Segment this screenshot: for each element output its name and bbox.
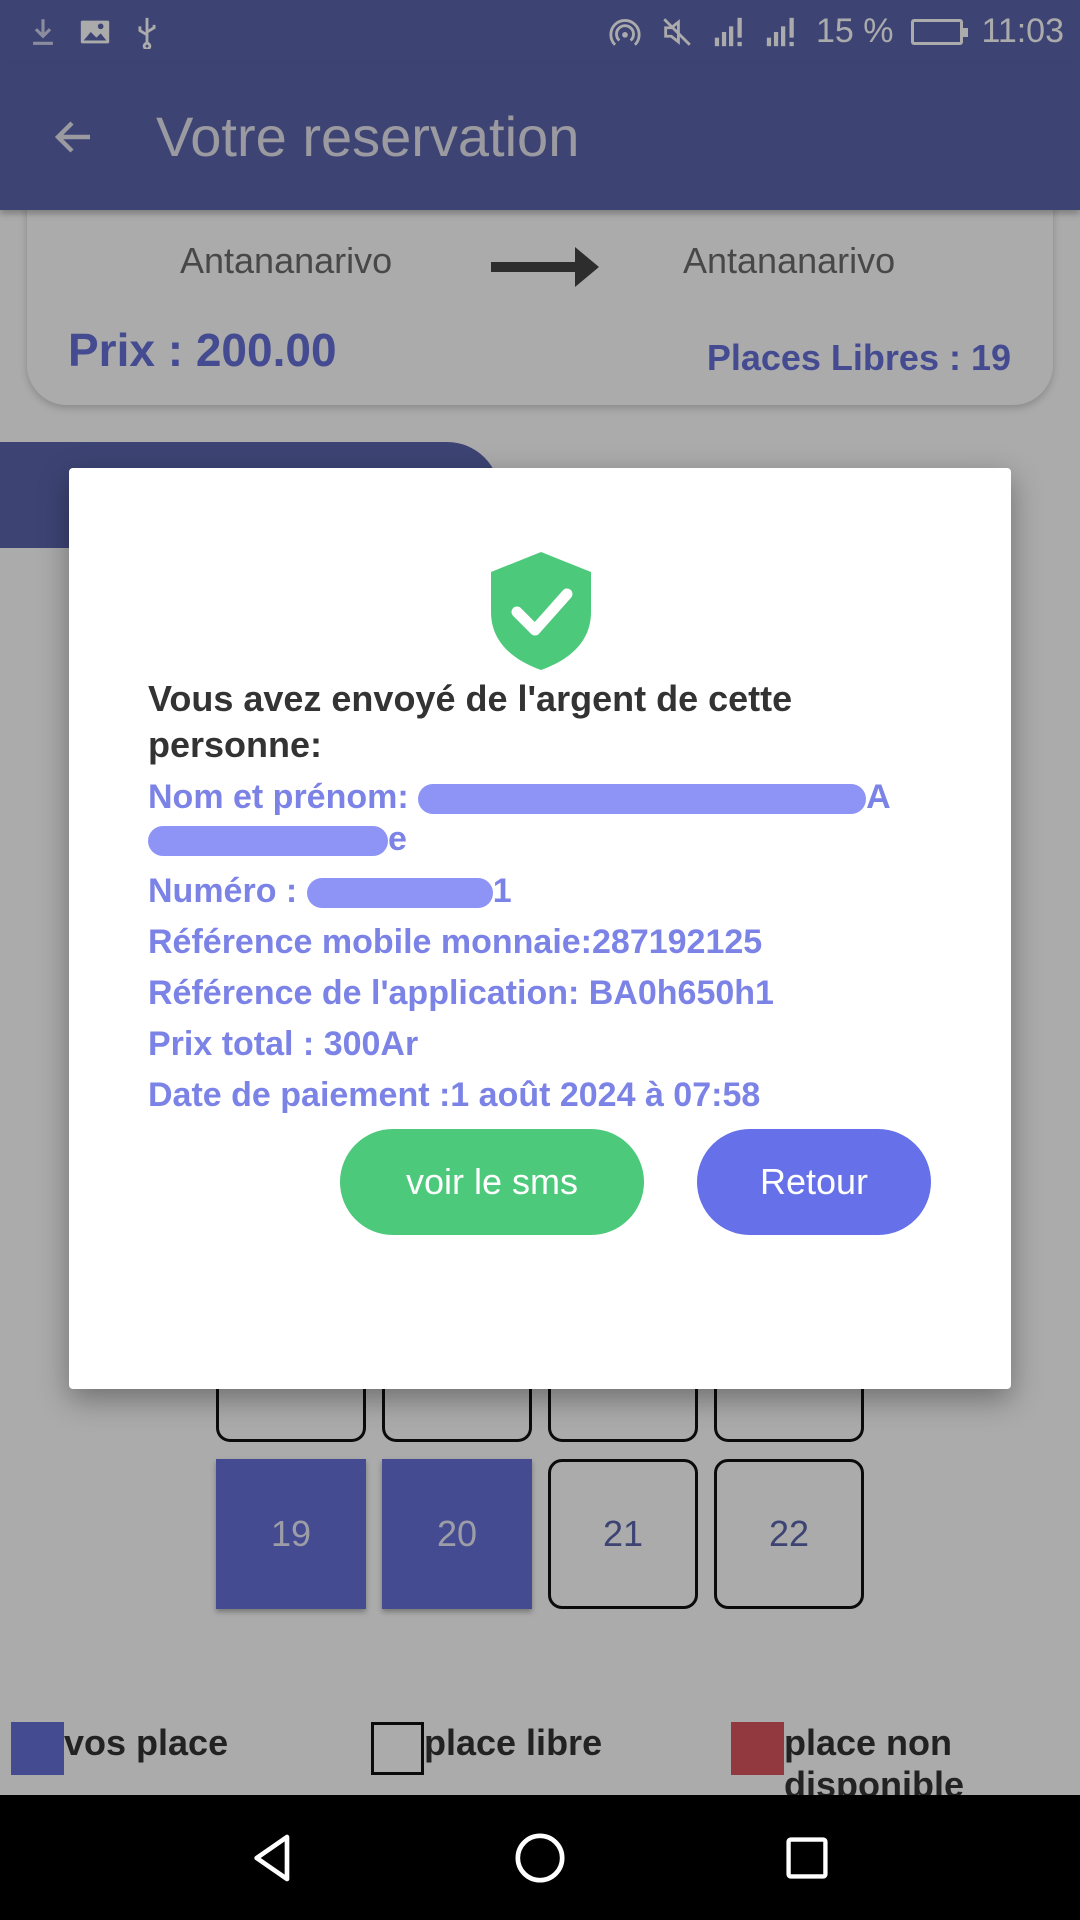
info-ref-mobile-money: Référence mobile monnaie:287192125 bbox=[148, 923, 763, 961]
nav-back-button[interactable] bbox=[233, 1818, 313, 1898]
info-ref-app: Référence de l'application: BA0h650h1 bbox=[148, 974, 774, 1012]
nav-recents-button[interactable] bbox=[767, 1818, 847, 1898]
redacted-name bbox=[418, 784, 867, 815]
name-label: Nom et prénom: bbox=[148, 778, 419, 816]
info-payment-date: Date de paiement :1 août 2024 à 07:58 bbox=[148, 1076, 761, 1114]
shield-check-icon bbox=[491, 552, 591, 670]
redacted-number bbox=[306, 878, 493, 909]
triangle-back-icon bbox=[254, 1834, 290, 1881]
number-label: Numéro : bbox=[148, 872, 307, 910]
number-end: 1 bbox=[492, 872, 512, 910]
return-button[interactable]: Retour bbox=[697, 1129, 931, 1235]
nav-home-button[interactable] bbox=[500, 1818, 580, 1898]
square-recents-icon bbox=[786, 1836, 828, 1879]
info-name: Nom et prénom: A e bbox=[148, 776, 908, 860]
name-line2-end: e bbox=[388, 820, 407, 858]
info-total-price: Prix total : 300Ar bbox=[148, 1025, 419, 1063]
name-end: A bbox=[866, 778, 891, 816]
navigation-bar bbox=[0, 1795, 1080, 1920]
info-number: Numéro : 1 bbox=[148, 870, 948, 912]
redacted-name-line2 bbox=[148, 826, 388, 857]
circle-home-icon bbox=[515, 1833, 565, 1882]
view-sms-button[interactable]: voir le sms bbox=[340, 1129, 644, 1235]
payment-confirmation-dialog: Vous avez envoyé de l'argent de cette pe… bbox=[69, 468, 1011, 1389]
dialog-heading: Vous avez envoyé de l'argent de cette pe… bbox=[148, 678, 793, 765]
